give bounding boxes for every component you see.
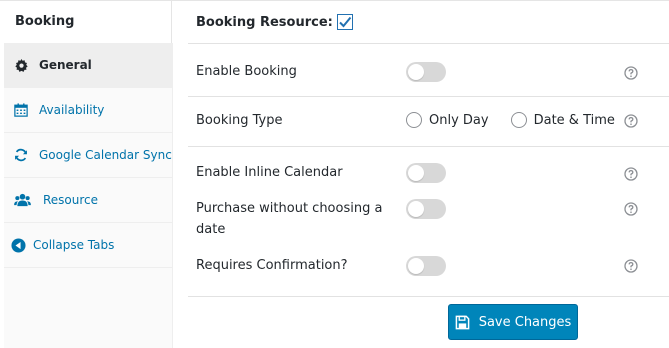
sidebar-item-label: Google Calendar Sync [39,148,172,162]
requires-confirmation-label: Requires Confirmation? [196,258,348,273]
calendar-icon [13,102,29,118]
checkmark-icon [339,16,352,28]
requires-confirmation-toggle[interactable] [406,256,446,276]
purchase-without-date-label-line2: date [196,222,226,237]
booking-type-option-date-time[interactable]: Date & Time [510,112,615,128]
sidebar-item-label: Availability [39,103,105,117]
save-changes-button[interactable]: Save Changes [448,304,578,340]
divider [188,296,669,297]
sync-icon [13,147,29,163]
booking-type-option-only-day[interactable]: Only Day [406,112,489,128]
tab-header-label: Booking [15,14,75,29]
tab-header: Booking [0,1,172,43]
booking-resource-checkbox[interactable] [336,14,353,30]
radio-button[interactable] [510,112,527,128]
help-icon[interactable] [624,167,638,181]
enable-booking-label: Enable Booking [196,64,297,79]
booking-type-label: Booking Type [196,113,283,128]
radio-label: Date & Time [533,112,615,128]
booking-type-radio-group: Only Day Date & Time [406,112,615,128]
sidebar: General Availability Google Calendar Syn… [0,43,173,348]
toggle-knob [408,165,424,181]
sidebar-item-resource[interactable]: Resource [4,178,173,223]
sidebar-item-general[interactable]: General [4,43,173,88]
booking-resource-label: Booking Resource: [196,14,333,30]
sidebar-list: General Availability Google Calendar Syn… [4,43,173,268]
sidebar-item-collapse-tabs[interactable]: Collapse Tabs [4,223,173,268]
users-icon [13,192,31,208]
purchase-without-date-toggle[interactable] [406,199,446,219]
sidebar-item-label: General [39,58,92,72]
help-icon[interactable] [624,259,638,273]
booking-resource-row: Booking Resource: [196,14,353,30]
booking-settings-panel: Booking Booking Resource: General Availa… [0,0,669,348]
divider [188,146,669,147]
enable-inline-calendar-toggle[interactable] [406,163,446,183]
sidebar-item-label: Resource [43,193,99,207]
collapse-left-icon [10,237,26,253]
enable-inline-calendar-label: Enable Inline Calendar [196,165,343,180]
toggle-knob [408,64,424,80]
floppy-disk-icon [455,315,470,329]
sidebar-item-label: Collapse Tabs [33,238,115,252]
radio-label: Only Day [429,112,489,128]
divider [188,43,669,44]
settings-main: Enable Booking Booking Type Only Day Dat… [173,43,669,348]
save-changes-label: Save Changes [478,314,572,330]
gear-icon [13,57,29,73]
enable-booking-toggle[interactable] [406,62,446,82]
toggle-knob [408,258,424,274]
sidebar-item-google-calendar-sync[interactable]: Google Calendar Sync [4,133,173,178]
purchase-without-date-label-line1: Purchase without choosing a [196,201,383,216]
help-icon[interactable] [624,202,638,216]
radio-button[interactable] [406,112,422,128]
help-icon[interactable] [624,114,638,128]
toggle-knob [408,201,424,217]
sidebar-item-availability[interactable]: Availability [4,88,173,133]
help-icon[interactable] [624,66,638,80]
divider [188,96,669,97]
